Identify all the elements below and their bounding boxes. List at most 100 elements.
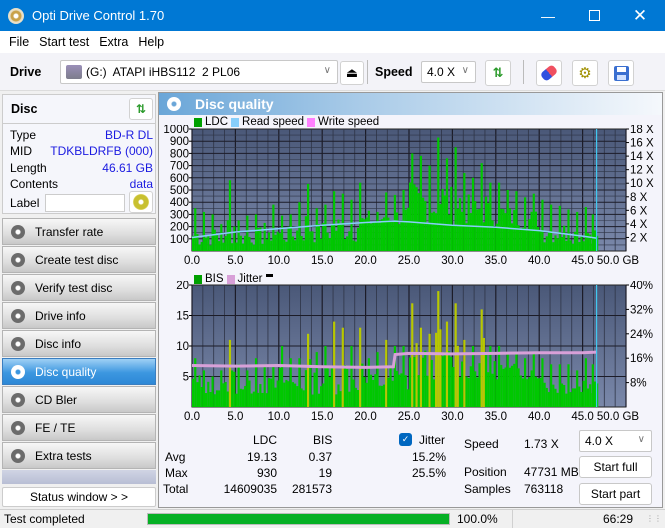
maximize-icon bbox=[588, 10, 600, 21]
bis-bar bbox=[582, 380, 585, 407]
ldc-bar bbox=[350, 199, 353, 251]
ldc-bar bbox=[328, 237, 331, 251]
nav-disc-quality[interactable]: Disc quality bbox=[2, 358, 156, 385]
y2-tick-label: 14 X bbox=[630, 151, 654, 163]
speed-select[interactable]: 4.0 X ∨ bbox=[421, 61, 476, 83]
ldc-bar bbox=[218, 241, 221, 251]
ldc-bar bbox=[586, 233, 590, 251]
left-panel: Disc ⇅ Type BD-R DL MID TDKBLDRFB (000) … bbox=[0, 92, 157, 508]
ldc-bar bbox=[565, 240, 568, 251]
x-tick-label: 50.0 GB bbox=[597, 255, 640, 267]
nav-label: CD Bler bbox=[35, 392, 78, 407]
menu-start-test[interactable]: Start test bbox=[34, 35, 94, 49]
jitter-checkbox[interactable]: ✓ bbox=[399, 433, 412, 446]
eject-button[interactable]: ⏏ bbox=[340, 61, 364, 85]
ldc-bar bbox=[510, 223, 514, 251]
ldc-bar bbox=[278, 233, 281, 251]
stats-avg-jitter: 15.2% bbox=[411, 450, 446, 464]
nav-drive-info[interactable]: Drive info bbox=[2, 302, 156, 329]
bis-bar bbox=[500, 364, 503, 407]
x-tick-label: 50.0 GB bbox=[597, 411, 640, 423]
disc-refresh-button[interactable]: ⇅ bbox=[129, 98, 153, 120]
disc-label-button[interactable] bbox=[129, 191, 153, 213]
bis-bar bbox=[539, 377, 542, 407]
status-window-button[interactable]: Status window > > bbox=[2, 487, 156, 507]
ldc-bar bbox=[241, 243, 245, 251]
drive-icon bbox=[66, 65, 82, 79]
close-button[interactable]: ✕ bbox=[617, 0, 663, 31]
nav-cd-bler[interactable]: CD Bler bbox=[2, 386, 156, 413]
minimize-button[interactable]: — bbox=[525, 0, 571, 31]
bis-bar bbox=[495, 379, 498, 407]
bis-bar bbox=[374, 374, 377, 407]
nav-extra-tests[interactable]: Extra tests bbox=[2, 442, 156, 469]
ldc-bar bbox=[502, 209, 505, 251]
toolbar-separator bbox=[523, 60, 524, 84]
menu-help[interactable]: Help bbox=[133, 35, 169, 49]
ldc-bar bbox=[228, 180, 232, 251]
transfer-rate-icon bbox=[11, 224, 25, 239]
bis-bar bbox=[287, 381, 290, 407]
bis-bar bbox=[398, 374, 401, 407]
ldc-bar bbox=[354, 241, 357, 251]
save-button[interactable] bbox=[608, 60, 634, 86]
x-tick-label: 40.0 bbox=[528, 255, 550, 267]
disc-label-input[interactable] bbox=[45, 194, 125, 212]
bis-bar bbox=[367, 358, 370, 407]
x-tick-label: 40.0 bbox=[528, 411, 550, 423]
ldc-bar bbox=[441, 188, 444, 251]
ldc-bar bbox=[521, 227, 525, 251]
disc-type-value: BD-R DL bbox=[104, 128, 153, 142]
disc-info-icon bbox=[11, 336, 25, 351]
ldc-bar bbox=[369, 223, 373, 251]
bis-bar bbox=[591, 364, 594, 407]
ldc-bar bbox=[528, 219, 531, 251]
ldc-bar bbox=[589, 243, 592, 251]
ldc-bar bbox=[400, 220, 403, 251]
nav-label: Extra tests bbox=[35, 448, 92, 463]
menu-extra[interactable]: Extra bbox=[94, 35, 133, 49]
start-full-button[interactable]: Start full bbox=[579, 456, 652, 478]
ldc-bar bbox=[432, 211, 436, 251]
chevron-down-icon: ∨ bbox=[323, 65, 331, 76]
nav-fe-te[interactable]: FE / TE bbox=[2, 414, 156, 441]
refresh-button[interactable]: ⇅ bbox=[485, 60, 511, 86]
bis-bar bbox=[369, 374, 373, 407]
bis-bar bbox=[491, 373, 494, 407]
ldc-bar bbox=[304, 216, 308, 251]
disc-row-type: Type BD-R DL bbox=[10, 128, 156, 142]
disc-info-box: Disc ⇅ Type BD-R DL MID TDKBLDRFB (000) … bbox=[2, 94, 156, 214]
nav-disc-info[interactable]: Disc info bbox=[2, 330, 156, 357]
bis-bar bbox=[315, 352, 318, 407]
resize-grip-icon[interactable]: ⋮⋮ bbox=[646, 514, 662, 523]
speed-label: Speed bbox=[375, 65, 413, 79]
maximize-button[interactable] bbox=[571, 0, 617, 31]
start-part-button[interactable]: Start part bbox=[579, 483, 652, 505]
menu-file[interactable]: File bbox=[4, 35, 34, 49]
bis-bar bbox=[563, 384, 566, 407]
ldc-bar bbox=[402, 190, 405, 251]
drive-select[interactable]: (G:) ATAPI iHBS112 2 PL06 ∨ bbox=[60, 60, 338, 84]
ldc-bar bbox=[534, 211, 538, 251]
ldc-bar bbox=[276, 231, 279, 251]
stats-col-jitter: Jitter bbox=[419, 433, 446, 447]
nav-transfer-rate[interactable]: Transfer rate bbox=[2, 218, 156, 245]
settings-button[interactable]: ⚙ bbox=[572, 60, 598, 86]
ldc-bar bbox=[452, 225, 455, 251]
bis-bar bbox=[437, 291, 440, 407]
bis-bar bbox=[272, 364, 275, 407]
bis-bar bbox=[576, 370, 579, 407]
test-speed-select[interactable]: 4.0 X ∨ bbox=[579, 430, 652, 452]
bis-bar bbox=[467, 378, 470, 407]
chevron-down-icon: ∨ bbox=[637, 434, 645, 445]
bis-bar bbox=[534, 376, 538, 407]
bis-bar bbox=[380, 385, 383, 407]
bis-bar bbox=[257, 392, 260, 407]
disc-length-value: 46.61 GB bbox=[102, 161, 153, 175]
progress-bar bbox=[147, 513, 450, 525]
ldc-bar bbox=[209, 245, 212, 251]
nav-verify-test-disc[interactable]: Verify test disc bbox=[2, 274, 156, 301]
nav-create-test-disc[interactable]: Create test disc bbox=[2, 246, 156, 273]
ldc-bar bbox=[471, 177, 475, 251]
erase-button[interactable] bbox=[536, 60, 562, 86]
